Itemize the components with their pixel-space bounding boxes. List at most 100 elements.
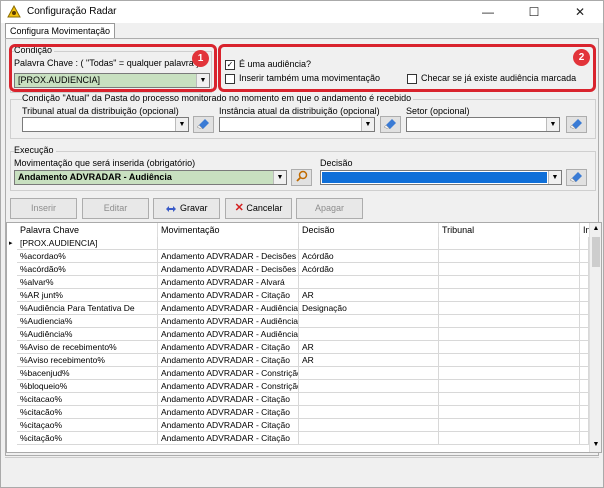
table-cell	[439, 237, 580, 250]
table-row[interactable]: %citacão% Andamento ADVRADAR - Citação	[7, 406, 589, 419]
cancelar-button[interactable]: ✕ Cancelar	[225, 198, 292, 219]
vertical-scrollbar[interactable]: ▲ ▼	[589, 223, 601, 452]
table-cell	[439, 393, 580, 406]
insert-also-checkbox[interactable]	[225, 74, 235, 84]
chevron-down-icon[interactable]: ▼	[361, 118, 374, 131]
table-row[interactable]: %citação% Andamento ADVRADAR - Citação	[7, 432, 589, 445]
table-row[interactable]: %alvar% Andamento ADVRADAR - Alvará	[7, 276, 589, 289]
column-header[interactable]: Palavra Chave	[17, 223, 158, 237]
table-cell	[439, 276, 580, 289]
table-cell	[580, 250, 589, 263]
condicao-atual-group-label: Condição "Atual" da Pasta do processo mo…	[22, 93, 414, 103]
table-cell: Andamento ADVRADAR - Audiência	[158, 302, 299, 315]
scroll-up-arrow[interactable]: ▲	[590, 223, 601, 235]
scroll-thumb[interactable]	[592, 237, 600, 267]
decisao-combo[interactable]: ▼	[320, 170, 562, 185]
table-row[interactable]: %Aviso recebimento% Andamento ADVRADAR - …	[7, 354, 589, 367]
table-cell: Andamento ADVRADAR - Citação	[158, 289, 299, 302]
table-cell	[439, 406, 580, 419]
eraser-icon	[383, 119, 396, 130]
table-cell	[299, 380, 439, 393]
table-cell: %citação%	[17, 432, 158, 445]
table-cell	[439, 354, 580, 367]
table-row[interactable]: %citaçao% Andamento ADVRADAR - Citação	[7, 419, 589, 432]
tribunal-combo[interactable]: ▼	[22, 117, 189, 132]
table-cell	[580, 263, 589, 276]
table-row[interactable]: %bacenjud% Andamento ADVRADAR - Constriçã…	[7, 367, 589, 380]
table-cell: Andamento ADVRADAR - Constrição	[158, 367, 299, 380]
column-header[interactable]: Tribunal	[439, 223, 580, 237]
table-cell	[439, 367, 580, 380]
table-cell: %Aviso recebimento%	[17, 354, 158, 367]
table-cell	[299, 419, 439, 432]
decisao-selection	[322, 172, 547, 183]
minimize-button[interactable]: —	[465, 1, 511, 23]
inserir-button[interactable]: Inserir	[10, 198, 77, 219]
table-cell: AR	[299, 289, 439, 302]
table-cell	[439, 380, 580, 393]
table-cell	[439, 263, 580, 276]
radar-app-icon	[7, 5, 21, 18]
badge-2: 2	[573, 49, 590, 66]
instancia-combo[interactable]: ▼	[219, 117, 375, 132]
execucao-group-label: Execução	[14, 145, 56, 155]
table-cell	[299, 367, 439, 380]
window-title: Configuração Radar	[27, 6, 117, 17]
chevron-down-icon[interactable]: ▼	[548, 171, 561, 184]
table-cell: %AR junt%	[17, 289, 158, 302]
eraser-button[interactable]	[566, 169, 587, 186]
table-cell	[299, 406, 439, 419]
check-exists-checkbox[interactable]	[407, 74, 417, 84]
table-cell	[580, 315, 589, 328]
table-row[interactable]: %acordao% Andamento ADVRADAR - Decisões Ac…	[7, 250, 589, 263]
eraser-button[interactable]	[380, 116, 401, 133]
table-cell: Andamento ADVRADAR - Decisões	[158, 250, 299, 263]
scroll-down-arrow[interactable]: ▼	[590, 439, 601, 451]
tribunal-label: Tribunal atual da distribuição (opcional…	[22, 106, 179, 116]
chevron-down-icon[interactable]: ▼	[175, 118, 188, 131]
table-cell	[580, 419, 589, 432]
chevron-down-icon[interactable]: ▼	[546, 118, 559, 131]
gravar-button[interactable]: Gravar	[153, 198, 220, 219]
close-button[interactable]: ✕	[557, 1, 603, 23]
table-row[interactable]: %Audiência% Andamento ADVRADAR - Audiênci…	[7, 328, 589, 341]
table-cell	[439, 302, 580, 315]
badge-1: 1	[192, 50, 209, 67]
table-cell	[580, 354, 589, 367]
table-cell: [PROX.AUDIENCIA]	[17, 237, 158, 250]
table-row[interactable]: %citacao% Andamento ADVRADAR - Citação	[7, 393, 589, 406]
eraser-button[interactable]	[193, 116, 214, 133]
table-row[interactable]: %Audiencia% Andamento ADVRADAR - Audiênci…	[7, 315, 589, 328]
eraser-button[interactable]	[566, 116, 587, 133]
is-audiencia-checkbox[interactable]: ✓	[225, 60, 235, 70]
table-cell	[439, 328, 580, 341]
maximize-button[interactable]: ☐	[511, 1, 557, 23]
table-cell	[299, 393, 439, 406]
apagar-button[interactable]: Apagar	[296, 198, 363, 219]
table-row[interactable]: %bloqueio% Andamento ADVRADAR - Constriçã…	[7, 380, 589, 393]
column-header[interactable]: In	[580, 223, 591, 237]
table-cell: Acórdão	[299, 250, 439, 263]
editar-button[interactable]: Editar	[82, 198, 149, 219]
table-row[interactable]: %acórdão% Andamento ADVRADAR - Decisões Ac…	[7, 263, 589, 276]
table-cell: Andamento ADVRADAR - Audiência	[158, 328, 299, 341]
table-cell: Andamento ADVRADAR - Citação	[158, 432, 299, 445]
table-row[interactable]: %AR junt% Andamento ADVRADAR - Citação AR	[7, 289, 589, 302]
column-header[interactable]: Movimentação	[158, 223, 299, 237]
gravar-label: Gravar	[180, 203, 208, 213]
setor-combo[interactable]: ▼	[406, 117, 560, 132]
table-row[interactable]: %Audiência Para Tentativa De Andamento AD…	[7, 302, 589, 315]
table-cell	[439, 315, 580, 328]
search-button[interactable]	[291, 169, 312, 186]
table-cell	[580, 367, 589, 380]
highlight-box-1	[9, 44, 217, 92]
table-cell	[580, 341, 589, 354]
chevron-down-icon[interactable]: ▼	[273, 171, 286, 184]
tab-configura-movimentacao[interactable]: Configura Movimentação	[5, 23, 116, 39]
table-row[interactable]: %Aviso de recebimento% Andamento ADVRADAR…	[7, 341, 589, 354]
movimentacao-combo[interactable]: Andamento ADVRADAR - Audiência ▼	[14, 170, 287, 185]
table-row[interactable]: ▸ [PROX.AUDIENCIA]	[7, 237, 589, 250]
column-header[interactable]: Decisão	[299, 223, 439, 237]
table-cell: %Audiencia%	[17, 315, 158, 328]
table-cell	[158, 237, 299, 250]
